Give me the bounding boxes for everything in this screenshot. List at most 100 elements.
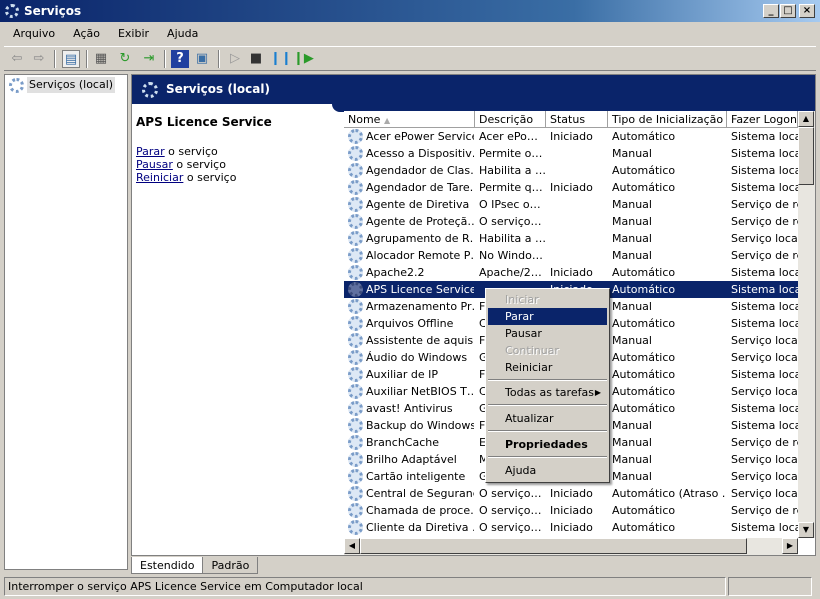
close-button[interactable]: × [799, 4, 815, 18]
service-description: O IPsec o… [479, 198, 541, 211]
service-row[interactable]: Acer ePower Service Acer ePo… Iniciado Auto… [344, 128, 798, 145]
menu-separator [488, 404, 607, 406]
scroll-down-button[interactable]: ▼ [798, 522, 814, 538]
pane-header: Serviços (local) [132, 75, 815, 104]
service-name: Backup do Windows [366, 419, 474, 432]
service-startup-type: Automático [612, 385, 676, 398]
menu-item-atualizar[interactable]: Atualizar [488, 410, 607, 427]
service-name: Arquivos Offline [366, 317, 454, 330]
context-menu: Iniciar Parar Pausar Continuar Reiniciar… [485, 288, 610, 483]
service-row[interactable]: Agente de Proteçã… O serviço… Manual Serviç… [344, 213, 798, 230]
back-icon[interactable]: ⇦ [8, 50, 26, 68]
service-status: Iniciado [550, 266, 593, 279]
column-header-status[interactable]: Status [546, 111, 608, 128]
service-logon: Sistema local [731, 419, 798, 432]
help-icon[interactable]: ? [171, 50, 189, 68]
service-gear-icon [348, 503, 363, 518]
service-row[interactable]: Agente de Diretiva … O IPsec o… Manual Serv… [344, 196, 798, 213]
menu-item-parar[interactable]: Parar [488, 308, 607, 325]
scroll-right-button[interactable]: ▶ [782, 538, 798, 554]
maximize-button[interactable]: □ [780, 4, 796, 18]
tree-item-services-local[interactable]: Serviços (local) [27, 77, 116, 93]
service-startup-type: Manual [612, 198, 652, 211]
service-logon: Sistema local [731, 317, 798, 330]
show-hide-tree-icon[interactable]: ▤ [62, 50, 80, 68]
tab-estendido[interactable]: Estendido [131, 557, 204, 574]
service-name: Acesso a Dispositiv… [366, 147, 474, 160]
vertical-scrollbar[interactable]: ▲ ▼ [798, 111, 815, 538]
service-row[interactable]: Central de Segurança O serviço… Iniciado Au… [344, 485, 798, 502]
service-row[interactable]: Alocador Remote P… No Windo… Manual Serviço… [344, 247, 798, 264]
column-header-logon[interactable]: Fazer Logon como [727, 111, 798, 128]
menu-item-pausar[interactable]: Pausar [488, 325, 607, 342]
column-header-descricao[interactable]: Descrição [475, 111, 546, 128]
menu-item-ajuda[interactable]: Ajuda [488, 462, 607, 479]
service-description: No Windo… [479, 249, 543, 262]
stop-link[interactable]: Parar [136, 145, 165, 158]
service-startup-type: Manual [612, 334, 652, 347]
pause-link[interactable]: Pausar [136, 158, 173, 171]
service-description-panel: APS Licence Service Parar o serviço Paus… [136, 115, 336, 184]
service-name: avast! Antivirus [366, 402, 453, 415]
service-description: Apache/2… [479, 266, 542, 279]
console-view-icon[interactable]: ▣ [193, 50, 211, 68]
service-gear-icon [348, 401, 363, 416]
scroll-up-button[interactable]: ▲ [798, 111, 814, 127]
service-logon: Serviço local [731, 470, 798, 483]
scroll-thumb[interactable] [360, 538, 747, 554]
menu-item-propriedades[interactable]: Propriedades [488, 436, 607, 453]
forward-icon[interactable]: ⇨ [30, 50, 48, 68]
service-row[interactable]: Cliente da Diretiva … O serviço… Iniciado A… [344, 519, 798, 536]
menu-separator [488, 379, 607, 381]
service-row[interactable]: Agendador de Tare… Permite q… Iniciado Auto… [344, 179, 798, 196]
service-row[interactable]: Chamada de proce… O serviço… Iniciado Autom… [344, 502, 798, 519]
toolbar-separator [164, 50, 166, 68]
service-startup-type: Automático [612, 283, 676, 296]
action-pause: Pausar o serviço [136, 158, 336, 171]
service-logon: Serviço de rede [731, 198, 798, 211]
services-gear-icon [5, 4, 19, 18]
scroll-thumb[interactable] [798, 127, 814, 185]
scroll-left-button[interactable]: ◀ [344, 538, 360, 554]
menu-exibir[interactable]: Exibir [109, 24, 158, 44]
service-status: Iniciado [550, 504, 593, 517]
service-gear-icon [348, 214, 363, 229]
minimize-button[interactable]: _ [763, 4, 779, 18]
stop-service-icon[interactable]: ■ [247, 50, 265, 68]
service-row[interactable]: Acesso a Dispositiv… Permite o… Manual Sist… [344, 145, 798, 162]
menu-ajuda[interactable]: Ajuda [158, 24, 207, 44]
start-service-icon[interactable]: ▷ [226, 50, 244, 68]
restart-service-icon[interactable]: ❙▶ [293, 50, 314, 68]
service-logon: Sistema local [731, 164, 798, 177]
service-gear-icon [348, 520, 363, 535]
service-startup-type: Manual [612, 436, 652, 449]
service-gear-icon [348, 180, 363, 195]
menu-bar: Arquivo Ação Exibir Ajuda [4, 24, 207, 44]
service-startup-type: Automático (Atraso … [612, 487, 726, 500]
service-row[interactable]: Agendador de Clas… Habilita a … Automático… [344, 162, 798, 179]
menu-acao[interactable]: Ação [64, 24, 109, 44]
window-title: Serviços [24, 4, 82, 18]
service-startup-type: Automático [612, 181, 676, 194]
column-header-tipo[interactable]: Tipo de Inicialização [608, 111, 727, 128]
column-header-nome[interactable]: Nome ▲ [344, 111, 475, 128]
pause-service-icon[interactable]: ❙❙ [270, 50, 292, 68]
service-description: Habilita a … [479, 232, 545, 245]
refresh-icon[interactable]: ↻ [116, 50, 134, 68]
menu-item-continuar: Continuar [505, 344, 559, 357]
service-gear-icon [348, 265, 363, 280]
restart-link[interactable]: Reiniciar [136, 171, 183, 184]
service-row[interactable]: Agrupamento de R… Habilita a … Manual Servi… [344, 230, 798, 247]
service-logon: Sistema local [731, 368, 798, 381]
export-list-icon[interactable]: ⇥ [140, 50, 158, 68]
menu-arquivo[interactable]: Arquivo [4, 24, 64, 44]
service-row[interactable]: Apache2.2 Apache/2… Iniciado Automático Sist… [344, 264, 798, 281]
tab-padrao[interactable]: Padrão [202, 557, 259, 574]
service-logon: Serviço local [731, 334, 798, 347]
properties-icon[interactable]: ▦ [92, 50, 110, 68]
service-name: Armazenamento Pr… [366, 300, 474, 313]
horizontal-scrollbar[interactable]: ◀ ▶ [344, 538, 798, 555]
menu-item-todas-as-tarefas[interactable]: Todas as tarefas ▶ [488, 384, 607, 401]
service-name: Chamada de proce… [366, 504, 474, 517]
menu-item-reiniciar[interactable]: Reiniciar [488, 359, 607, 376]
